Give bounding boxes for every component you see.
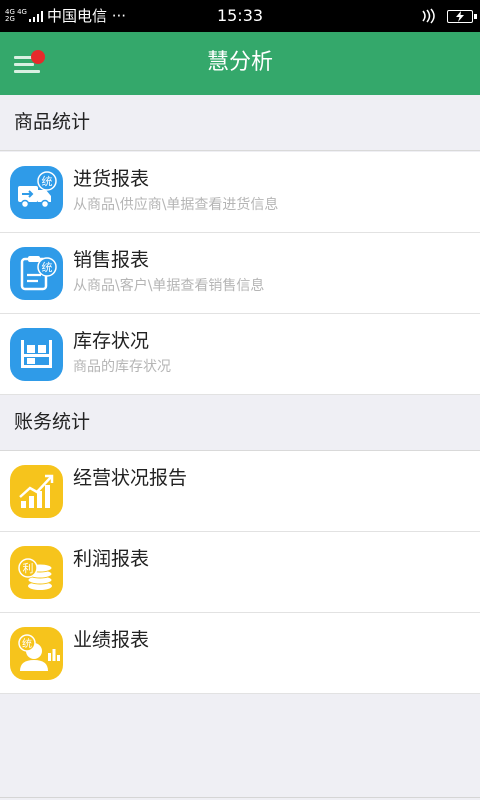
inventory-shelf-icon bbox=[10, 328, 63, 381]
purchase-truck-icon: 统 bbox=[10, 166, 63, 219]
section-title: 账务统计 bbox=[14, 411, 91, 433]
battery-icon bbox=[447, 10, 477, 23]
sales-clipboard-icon: 统 bbox=[10, 247, 63, 300]
profit-coins-icon: 利 bbox=[10, 546, 63, 599]
item-title: 库存状况 bbox=[73, 330, 150, 352]
item-title: 业绩报表 bbox=[73, 629, 150, 651]
item-title: 经营状况报告 bbox=[73, 467, 188, 489]
list-item-performance-report[interactable]: 统 业绩报表 bbox=[0, 613, 480, 694]
list-item-profit-report[interactable]: 利 利润报表 bbox=[0, 532, 480, 613]
section-title: 商品统计 bbox=[14, 111, 91, 133]
icon-badge: 利 bbox=[23, 562, 34, 575]
icon-badge: 统 bbox=[22, 637, 32, 650]
divider bbox=[0, 797, 480, 798]
icon-badge: 统 bbox=[42, 261, 53, 274]
item-subtitle: 从商品\客户\单据查看销售信息 bbox=[73, 278, 265, 294]
charging-bolt-icon bbox=[456, 11, 464, 22]
item-title: 进货报表 bbox=[73, 168, 150, 190]
clock: 15:33 bbox=[216, 6, 264, 25]
performance-person-icon: 统 bbox=[10, 627, 63, 680]
section-header-goods: 商品统计 bbox=[0, 95, 480, 151]
icon-badge: 统 bbox=[42, 175, 53, 188]
item-title: 利润报表 bbox=[73, 548, 150, 570]
list-item-inventory-status[interactable]: 库存状况 商品的库存状况 bbox=[0, 314, 480, 395]
page-title: 慧分析 bbox=[206, 50, 273, 75]
item-title: 销售报表 bbox=[73, 249, 150, 271]
item-subtitle: 商品的库存状况 bbox=[73, 359, 171, 375]
growth-chart-icon bbox=[10, 465, 63, 518]
list-item-purchase-report[interactable]: 统 进货报表 从商品\供应商\单据查看进货信息 bbox=[0, 152, 480, 233]
section-header-accounts: 账务统计 bbox=[0, 395, 480, 451]
app-header: 慧分析 bbox=[0, 32, 480, 95]
nfc-icon bbox=[422, 8, 435, 24]
status-bar: 4G 4G 2G 中国电信 ··· 15:33 bbox=[0, 0, 480, 32]
item-subtitle: 从商品\供应商\单据查看进货信息 bbox=[73, 197, 279, 213]
list-item-sales-report[interactable]: 统 销售报表 从商品\客户\单据查看销售信息 bbox=[0, 233, 480, 314]
list-item-business-report[interactable]: 经营状况报告 bbox=[0, 451, 480, 532]
